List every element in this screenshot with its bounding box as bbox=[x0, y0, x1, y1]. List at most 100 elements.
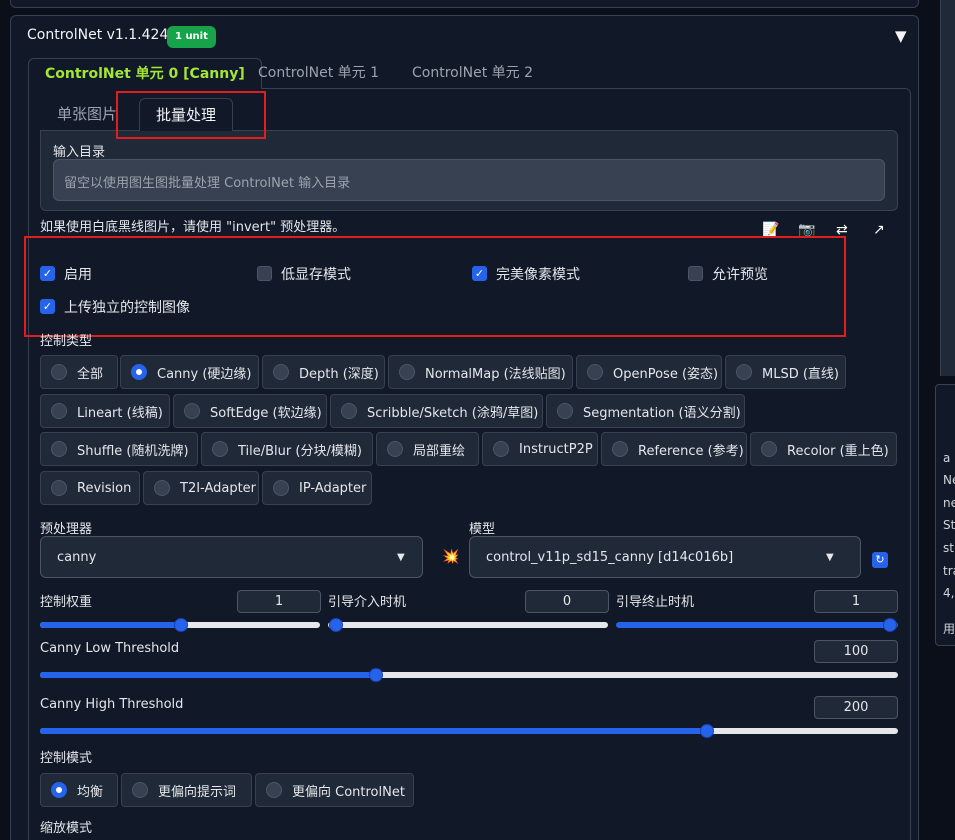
send-dimensions-icon[interactable]: ↗ bbox=[873, 222, 885, 238]
control-type-lineart[interactable]: Lineart (线稿) bbox=[40, 394, 170, 428]
control-type-recolor[interactable]: Recolor (重上色) bbox=[750, 432, 897, 466]
control-mode-controlnet[interactable]: 更偏向 ControlNet bbox=[255, 773, 414, 807]
control-type-openpose[interactable]: OpenPose (姿态) bbox=[576, 355, 722, 389]
control-type-t2i-adapter[interactable]: T2I-Adapter bbox=[143, 471, 259, 505]
radio-dot bbox=[51, 403, 67, 419]
control-mode-label: 控制模式 bbox=[40, 751, 93, 766]
start-input[interactable]: 0 bbox=[525, 590, 609, 613]
collapse-icon[interactable]: ▼ bbox=[895, 27, 907, 45]
tab-unit-2[interactable]: ControlNet 单元 2 bbox=[396, 58, 549, 89]
control-mode-prompt[interactable]: 更偏向提示词 bbox=[121, 773, 252, 807]
control-type-revision[interactable]: Revision bbox=[40, 471, 140, 505]
control-type-shuffle[interactable]: Shuffle (随机洗牌) bbox=[40, 432, 198, 466]
enable-checkbox[interactable]: ✓ bbox=[40, 266, 55, 281]
option-label: Recolor (重上色) bbox=[787, 443, 889, 459]
radio-dot bbox=[266, 782, 282, 798]
radio-dot bbox=[51, 480, 67, 496]
side-text: st bbox=[943, 541, 954, 555]
option-label: SoftEdge (软边缘) bbox=[210, 405, 322, 421]
control-type-mlsd[interactable]: MLSD (直线) bbox=[725, 355, 846, 389]
control-type-tile[interactable]: Tile/Blur (分块/模糊) bbox=[201, 432, 373, 466]
input-dir-field[interactable]: 留空以使用图生图批量处理 ControlNet 输入目录 bbox=[53, 159, 885, 201]
side-text: St bbox=[943, 518, 955, 532]
option-label: Lineart (线稿) bbox=[77, 405, 163, 421]
radio-dot bbox=[493, 441, 509, 457]
resize-mode-label: 缩放模式 bbox=[40, 821, 93, 836]
end-slider-fill[interactable] bbox=[616, 622, 898, 628]
side-info-panel bbox=[935, 384, 955, 646]
option-label: 全部 bbox=[77, 366, 104, 382]
radio-dot bbox=[273, 480, 289, 496]
side-text: Ne bbox=[943, 473, 955, 487]
model-dropdown[interactable]: control_v11p_sd15_canny [d14c016b] bbox=[469, 536, 861, 578]
control-type-inpaint[interactable]: 局部重绘 bbox=[376, 432, 479, 466]
control-type-depth[interactable]: Depth (深度) bbox=[262, 355, 385, 389]
option-label: 更偏向提示词 bbox=[158, 784, 237, 800]
start-slider-handle[interactable] bbox=[329, 618, 343, 632]
low-vram-checkbox[interactable] bbox=[257, 266, 272, 281]
canny-low-slider-fill bbox=[40, 672, 376, 678]
canny-high-input[interactable]: 200 bbox=[814, 696, 898, 719]
upload-control-image-checkbox[interactable]: ✓ bbox=[40, 299, 55, 314]
option-label: Depth (深度) bbox=[299, 366, 379, 382]
end-slider-handle[interactable] bbox=[883, 618, 897, 632]
control-type-label: 控制类型 bbox=[40, 334, 93, 349]
model-label: 模型 bbox=[469, 522, 496, 537]
radio-dot bbox=[212, 441, 228, 457]
radio-dot-selected bbox=[51, 782, 67, 798]
run-preprocessor-icon[interactable]: 💥 bbox=[442, 549, 459, 565]
option-label: Tile/Blur (分块/模糊) bbox=[238, 443, 362, 459]
side-text: ne bbox=[943, 496, 955, 510]
control-type-canny[interactable]: Canny (硬边缘) bbox=[120, 355, 259, 389]
control-type-segmentation[interactable]: Segmentation (语义分割) bbox=[546, 394, 745, 428]
radio-dot bbox=[736, 364, 752, 380]
weight-input[interactable]: 1 bbox=[237, 590, 321, 613]
option-label: 局部重绘 bbox=[413, 443, 466, 459]
option-label: Revision bbox=[77, 480, 132, 496]
radio-dot bbox=[387, 441, 403, 457]
radio-dot bbox=[51, 364, 67, 380]
tab-unit-1[interactable]: ControlNet 单元 1 bbox=[242, 58, 395, 89]
weight-slider-handle[interactable] bbox=[174, 618, 188, 632]
input-dir-label: 输入目录 bbox=[53, 145, 106, 160]
side-text: a p bbox=[943, 451, 955, 465]
control-type-normalmap[interactable]: NormalMap (法线贴图) bbox=[388, 355, 573, 389]
control-type-reference[interactable]: Reference (参考) bbox=[601, 432, 747, 466]
radio-dot bbox=[761, 441, 777, 457]
radio-dot bbox=[184, 403, 200, 419]
control-type-softedge[interactable]: SoftEdge (软边缘) bbox=[173, 394, 327, 428]
preprocessor-label: 预处理器 bbox=[40, 522, 93, 537]
canny-high-slider-handle[interactable] bbox=[700, 724, 714, 738]
canny-low-input[interactable]: 100 bbox=[814, 640, 898, 663]
pixel-perfect-checkbox[interactable]: ✓ bbox=[472, 266, 487, 281]
radio-dot bbox=[273, 364, 289, 380]
allow-preview-checkbox[interactable] bbox=[688, 266, 703, 281]
option-label: OpenPose (姿态) bbox=[613, 366, 719, 382]
previous-panel bbox=[10, 0, 919, 8]
control-type-all[interactable]: 全部 bbox=[40, 355, 118, 389]
canny-high-slider-fill bbox=[40, 728, 707, 734]
upload-control-image-label: 上传独立的控制图像 bbox=[64, 300, 190, 316]
control-mode-balanced[interactable]: 均衡 bbox=[40, 773, 118, 807]
weight-slider-fill bbox=[40, 622, 180, 628]
weight-label: 控制权重 bbox=[40, 595, 93, 610]
start-label: 引导介入时机 bbox=[328, 595, 407, 610]
model-value: control_v11p_sd15_canny [d14c016b] bbox=[486, 550, 734, 565]
preprocessor-dropdown[interactable]: canny bbox=[40, 536, 423, 578]
control-type-instructp2p[interactable]: InstructP2P bbox=[482, 432, 598, 466]
control-type-scribble[interactable]: Scribble/Sketch (涂鸦/草图) bbox=[330, 394, 543, 428]
chevron-down-icon: ▼ bbox=[826, 552, 834, 563]
allow-preview-label: 允许预览 bbox=[712, 267, 768, 283]
canny-low-slider-handle[interactable] bbox=[369, 668, 383, 682]
refresh-icon[interactable]: ↻ bbox=[872, 552, 888, 568]
option-label: 更偏向 ControlNet bbox=[292, 784, 405, 800]
input-dir-placeholder: 留空以使用图生图批量处理 ControlNet 输入目录 bbox=[64, 176, 351, 191]
end-input[interactable]: 1 bbox=[814, 590, 898, 613]
start-slider-track[interactable] bbox=[328, 622, 608, 628]
unit-count-badge: 1 unit bbox=[167, 26, 216, 48]
chevron-down-icon: ▼ bbox=[397, 552, 405, 563]
radio-dot bbox=[587, 364, 603, 380]
radio-dot bbox=[399, 364, 415, 380]
tab-unit-0[interactable]: ControlNet 单元 0 [Canny] bbox=[28, 58, 262, 89]
control-type-ip-adapter[interactable]: IP-Adapter bbox=[262, 471, 372, 505]
